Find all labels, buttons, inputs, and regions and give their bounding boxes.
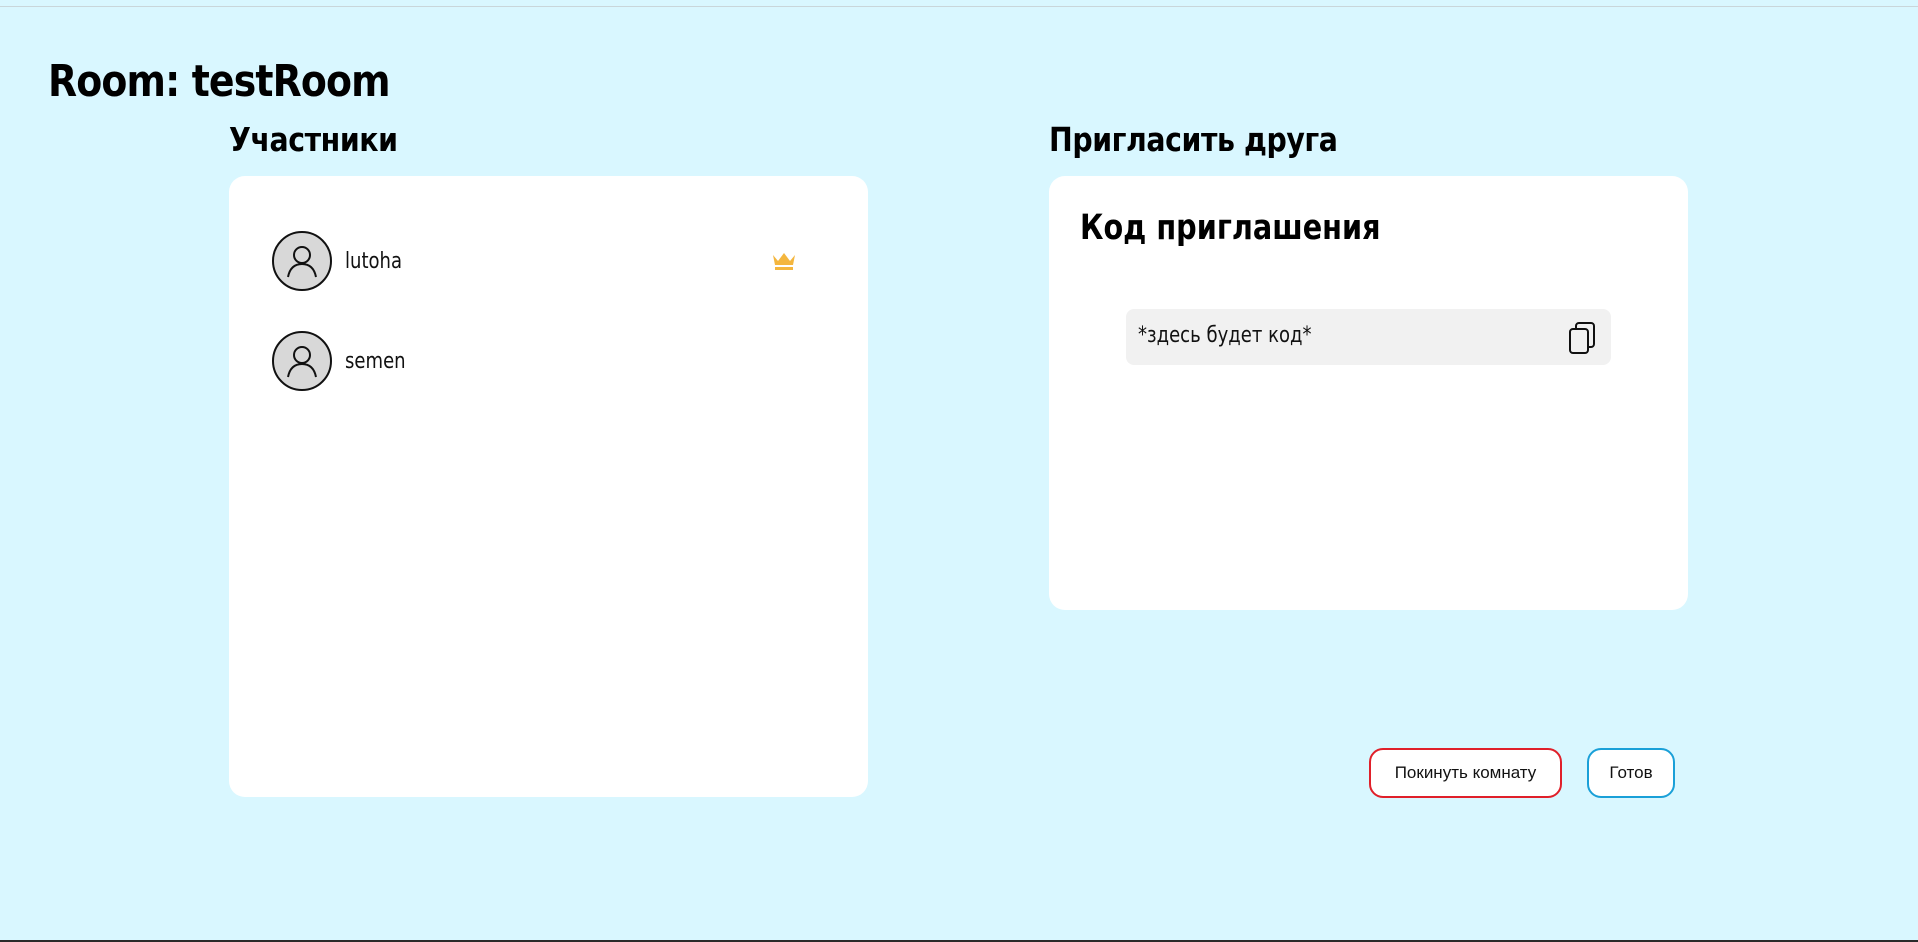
- crown-icon: [772, 251, 796, 276]
- room-title: Room: testRoom: [48, 56, 391, 107]
- user-avatar-icon: [272, 331, 332, 391]
- user-avatar-icon: [272, 231, 332, 291]
- top-divider: [0, 6, 1918, 7]
- ready-button[interactable]: Готов: [1587, 748, 1675, 798]
- invite-card: Код приглашения *здесь будет код*: [1049, 176, 1688, 610]
- invite-code-label: Код приглашения: [1080, 208, 1381, 248]
- invite-code-field[interactable]: *здесь будет код*: [1126, 309, 1611, 365]
- participants-card: lutoha semen: [229, 176, 868, 797]
- member-name: lutoha: [345, 248, 403, 274]
- member-row[interactable]: lutoha: [272, 229, 832, 293]
- member-row[interactable]: semen: [272, 329, 832, 393]
- invite-title: Пригласить друга: [1049, 120, 1338, 159]
- leave-room-button[interactable]: Покинуть комнату: [1369, 748, 1562, 798]
- member-name: semen: [345, 348, 406, 374]
- copy-icon[interactable]: [1567, 321, 1597, 360]
- participants-title: Участники: [229, 120, 398, 159]
- invite-code-value: *здесь будет код*: [1138, 323, 1312, 348]
